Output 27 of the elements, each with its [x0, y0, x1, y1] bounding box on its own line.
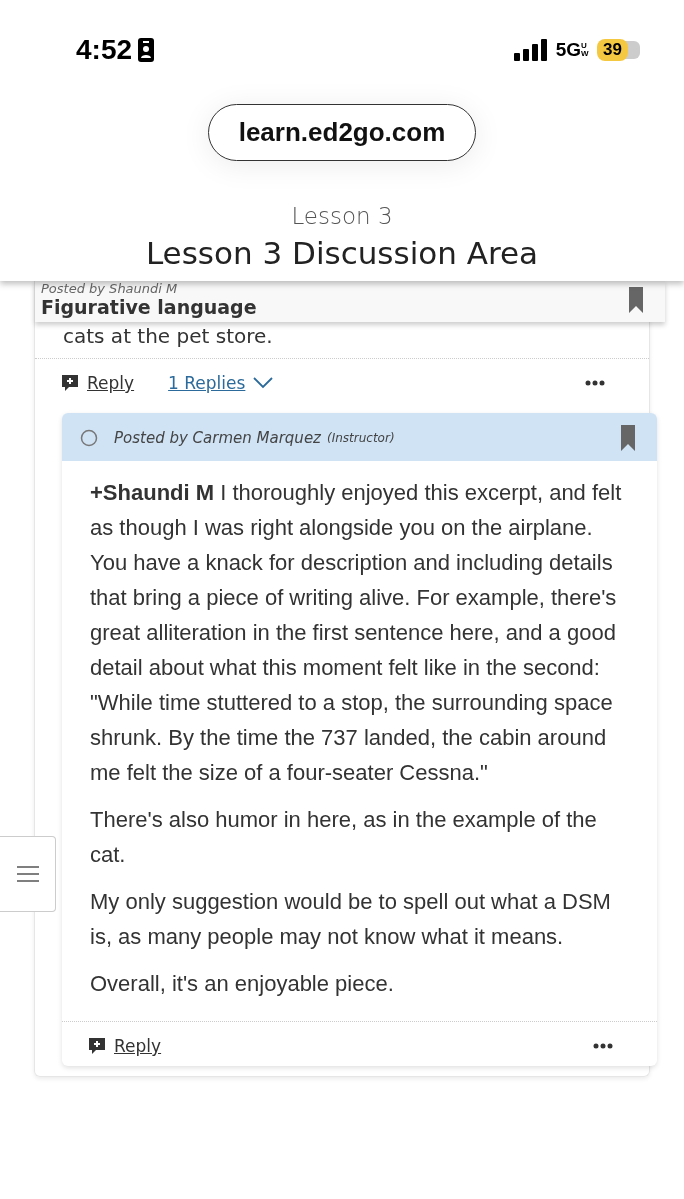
page-title: Lesson 3 Discussion Area: [144, 235, 540, 271]
post-author: Posted by Shaundi M: [41, 281, 179, 296]
more-icon[interactable]: [585, 380, 605, 386]
reply-paragraph: My only suggestion would be to spell out what a DSM is, as many people may not know what it means.: [90, 888, 612, 951]
id-badge-icon: [138, 38, 155, 62]
comment-plus-icon: [61, 374, 79, 392]
bookmark-icon[interactable]: [621, 425, 635, 451]
reply-paragraph: +Shaundi M I thoroughly enjoyed this excerpt, and felt as though I was right alongside you on the airplane. You have a knack for description and including details that bring a piece of writing alive. For example, there's great alliteration in the first sentence here, and a good detail about what this moment felt like in the second: "While time stuttered to a stop, the surrounding space shrunk. By the time the 737 landed, the cabin around me felt the size of a four-seater Cessna.": [90, 479, 623, 787]
replies-link[interactable]: 1 Replies: [168, 373, 246, 393]
menu-button[interactable]: [0, 836, 56, 912]
status-time: 4:52: [76, 34, 133, 66]
more-icon[interactable]: [593, 1043, 613, 1049]
post-title: Figurative language: [41, 296, 257, 318]
comment-plus-icon: [88, 1037, 106, 1055]
chevron-icon[interactable]: [253, 377, 274, 389]
author-role: (Instructor): [327, 431, 395, 445]
signal-icon: [513, 39, 548, 61]
bookmark-icon[interactable]: [629, 286, 643, 313]
reply-paragraph: There's also humor in here, as in the example of the cat.: [90, 806, 598, 869]
radio-icon[interactable]: [80, 429, 98, 447]
reply-paragraph: Overall, it's an enjoyable piece.: [90, 970, 395, 998]
reply-author: Posted by Carmen Marquez: [114, 429, 321, 447]
menu-icon: [16, 866, 39, 882]
reply-link[interactable]: Reply: [114, 1036, 162, 1056]
reply-link[interactable]: Reply: [87, 373, 135, 393]
page-subtitle: Lesson 3: [290, 203, 394, 229]
post-text: cats at the pet store.: [62, 323, 274, 350]
